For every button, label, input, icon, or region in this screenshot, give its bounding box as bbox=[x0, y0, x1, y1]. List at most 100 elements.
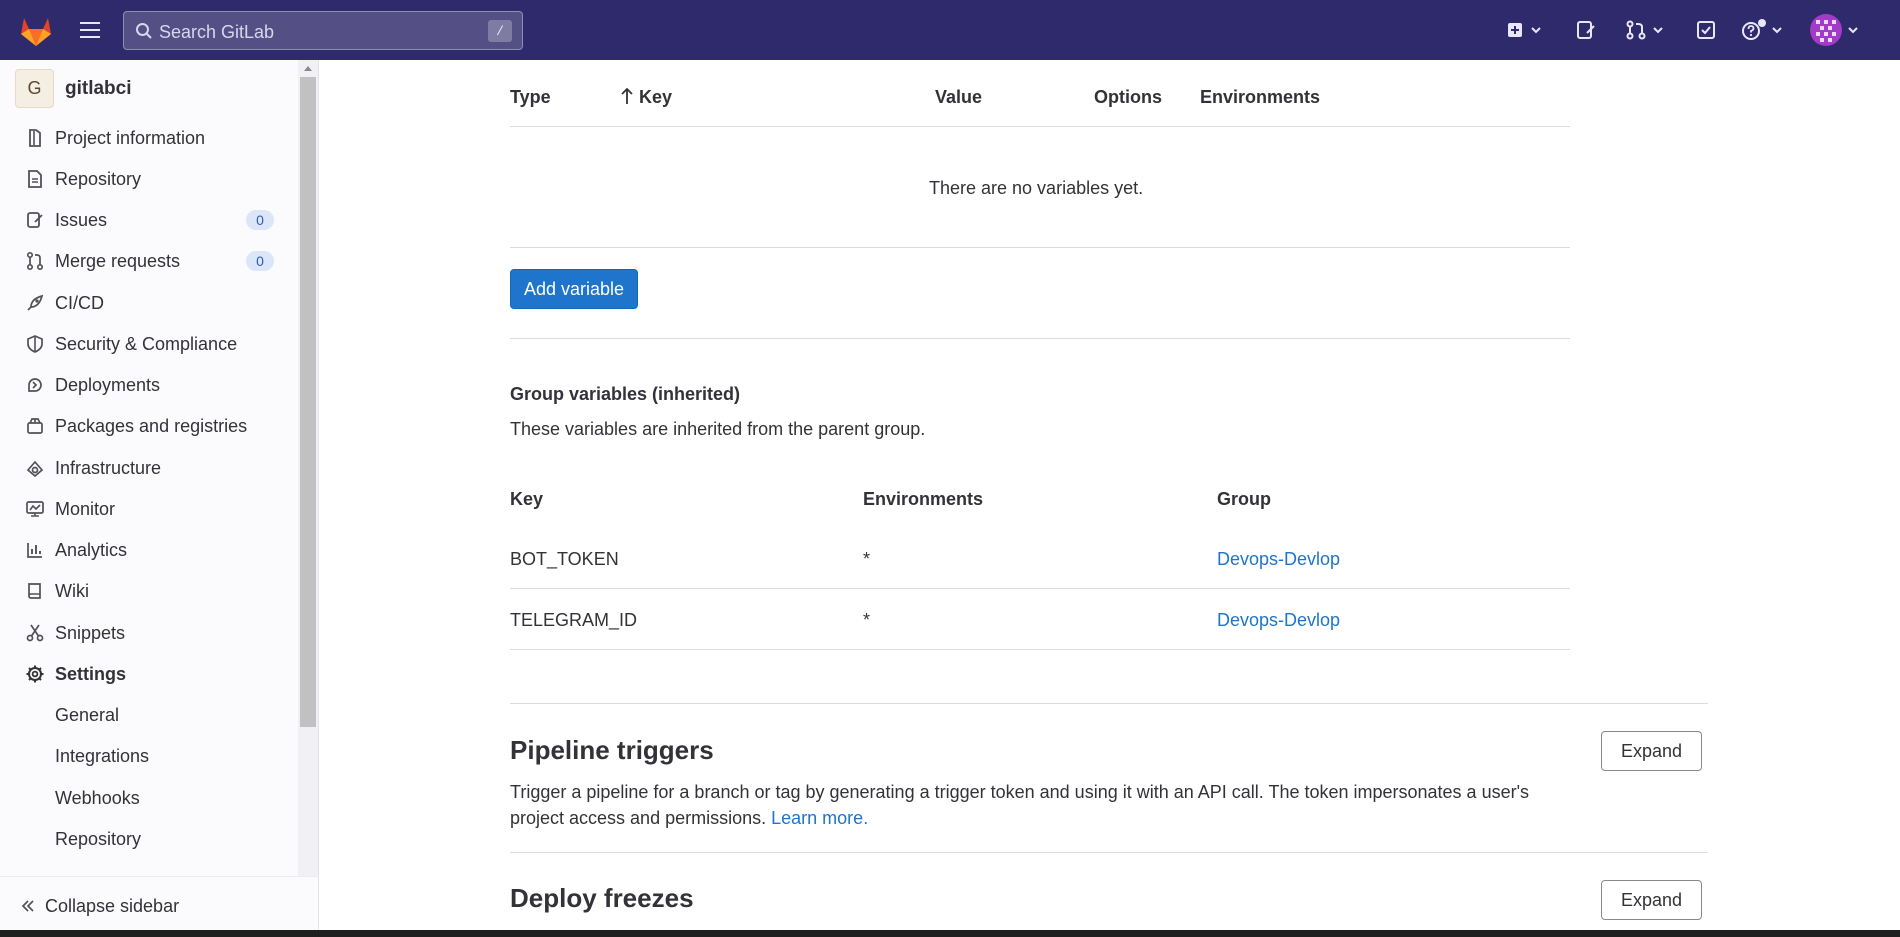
sidebar-item-label: Project information bbox=[55, 127, 206, 148]
shield-icon bbox=[27, 335, 43, 353]
help-nav-button[interactable] bbox=[1740, 15, 1784, 45]
column-header-key[interactable]: Key bbox=[620, 87, 672, 108]
group-variables-description: These variables are inherited from the p… bbox=[510, 419, 926, 439]
search-icon bbox=[136, 23, 152, 39]
merge-request-icon bbox=[26, 251, 44, 271]
doc-icon bbox=[28, 170, 42, 188]
project-header[interactable]: G gitlabci bbox=[15, 69, 132, 108]
sidebar-item-label: Merge requests bbox=[55, 250, 181, 271]
sidebar-item-ci-cd[interactable]: CI/CD bbox=[0, 283, 300, 323]
collapse-sidebar-button[interactable]: Collapse sidebar bbox=[0, 876, 319, 937]
add-variable-button[interactable]: Add variable bbox=[510, 269, 638, 309]
sidebar-subitem-repository[interactable]: Repository bbox=[55, 829, 141, 850]
variable-key: TELEGRAM_ID bbox=[510, 610, 638, 630]
hamburger-icon[interactable] bbox=[78, 19, 102, 41]
sidebar-item-label: Infrastructure bbox=[55, 457, 162, 478]
divider bbox=[510, 588, 1570, 589]
sidebar-item-deployments[interactable]: Deployments bbox=[0, 365, 300, 405]
user-menu-button[interactable] bbox=[1810, 14, 1860, 46]
sidebar-item-project-information[interactable]: Project information bbox=[0, 118, 300, 158]
collapse-sidebar-label: Collapse sidebar bbox=[45, 896, 180, 916]
sidebar-item-settings[interactable]: Settings bbox=[0, 654, 300, 694]
issues-count-badge: 0 bbox=[246, 210, 274, 230]
sidebar-item-merge-requests[interactable]: Merge requests 0 bbox=[0, 241, 300, 281]
variable-environments: * bbox=[863, 610, 871, 630]
learn-more-link[interactable]: Learn more. bbox=[771, 808, 868, 828]
pipeline-triggers-expand-button[interactable]: Expand bbox=[1601, 731, 1702, 771]
section-divider bbox=[510, 852, 1708, 853]
sidebar-item-label: Settings bbox=[55, 663, 127, 684]
variable-group-link[interactable]: Devops-Devlop bbox=[1217, 610, 1340, 631]
sidebar-item-monitor[interactable]: Monitor bbox=[0, 489, 300, 529]
variable-group-link[interactable]: Devops-Devlop bbox=[1217, 549, 1340, 570]
column-header-type: Type bbox=[510, 87, 551, 107]
chevron-down-icon bbox=[1848, 27, 1858, 34]
gitlab-logo[interactable] bbox=[18, 12, 54, 48]
group-column-header-group: Group bbox=[1217, 489, 1271, 509]
chevron-down-icon bbox=[1531, 27, 1541, 34]
sidebar-item-issues[interactable]: Issues 0 bbox=[0, 200, 300, 240]
divider bbox=[510, 126, 1570, 127]
sidebar-subitem-integrations[interactable]: Integrations bbox=[55, 746, 149, 767]
divider bbox=[510, 649, 1570, 650]
top-bar: Search GitLab / bbox=[0, 0, 1900, 60]
variable-environments: * bbox=[863, 549, 871, 569]
sidebar-item-label: Repository bbox=[55, 168, 142, 189]
issues-nav-button[interactable] bbox=[1575, 15, 1597, 45]
sidebar-subitem-webhooks[interactable]: Webhooks bbox=[55, 788, 140, 809]
book-icon bbox=[28, 583, 41, 599]
search-placeholder: Search GitLab bbox=[159, 22, 275, 42]
search-input[interactable]: Search GitLab / bbox=[123, 11, 523, 50]
merge-requests-count-badge: 0 bbox=[246, 251, 274, 271]
sidebar-item-label: Issues bbox=[55, 209, 108, 230]
divider bbox=[510, 247, 1570, 248]
pipeline-triggers-description: Trigger a pipeline for a branch or tag b… bbox=[510, 779, 1570, 831]
sidebar-item-label: Snippets bbox=[55, 622, 126, 643]
sidebar-item-label: Monitor bbox=[55, 498, 116, 519]
pipeline-triggers-title: Pipeline triggers bbox=[510, 735, 714, 765]
column-header-options: Options bbox=[1094, 87, 1162, 107]
project-info-icon bbox=[29, 129, 41, 147]
sidebar-subitem-general[interactable]: General bbox=[55, 705, 119, 726]
monitor-icon bbox=[26, 501, 44, 517]
sidebar-item-snippets[interactable]: Snippets bbox=[0, 613, 300, 653]
sidebar-scrollbar-thumb[interactable] bbox=[300, 77, 316, 727]
double-chevron-left-icon bbox=[21, 900, 34, 912]
chevron-down-icon bbox=[1772, 27, 1782, 34]
issues-icon bbox=[1577, 21, 1595, 39]
sidebar-item-label: Deployments bbox=[55, 374, 161, 395]
cloud-gear-icon bbox=[26, 460, 44, 478]
merge-requests-nav-button[interactable] bbox=[1625, 15, 1665, 45]
sidebar-item-wiki[interactable]: Wiki bbox=[0, 571, 300, 611]
deployments-icon bbox=[28, 378, 42, 392]
deploy-freezes-expand-button[interactable]: Expand bbox=[1601, 880, 1702, 920]
package-icon bbox=[27, 418, 43, 434]
main-content: Type Key Value Options Environments Ther… bbox=[320, 60, 1900, 937]
project-name: gitlabci bbox=[65, 77, 132, 99]
column-header-key-label: Key bbox=[639, 87, 673, 107]
rocket-icon bbox=[27, 294, 44, 311]
sidebar-item-repository[interactable]: Repository bbox=[0, 159, 300, 199]
sidebar-item-analytics[interactable]: Analytics bbox=[0, 530, 300, 570]
sort-arrow-up-icon bbox=[621, 87, 633, 104]
column-header-value: Value bbox=[935, 87, 983, 107]
chart-icon bbox=[27, 543, 42, 558]
new-menu-button[interactable] bbox=[1505, 15, 1543, 45]
sidebar-item-packages-registries[interactable]: Packages and registries bbox=[0, 406, 300, 446]
scroll-up-arrow-icon[interactable] bbox=[303, 64, 313, 72]
plus-square-icon bbox=[1508, 23, 1522, 37]
deploy-freezes-title: Deploy freezes bbox=[510, 883, 694, 913]
sidebar-item-label: Wiki bbox=[55, 580, 89, 601]
group-variables-title: Group variables (inherited) bbox=[510, 384, 741, 404]
todo-nav-button[interactable] bbox=[1695, 15, 1717, 45]
sidebar-item-security-compliance[interactable]: Security & Compliance bbox=[0, 324, 300, 364]
todo-icon bbox=[1697, 21, 1715, 39]
sidebar-scrollbar[interactable] bbox=[298, 60, 318, 876]
help-icon bbox=[1742, 19, 1766, 40]
sidebar-item-infrastructure[interactable]: Infrastructure bbox=[0, 448, 300, 488]
sidebar: G gitlabci Project information Repositor… bbox=[0, 60, 319, 937]
merge-request-icon bbox=[1626, 20, 1646, 40]
empty-variables-message: There are no variables yet. bbox=[929, 178, 1144, 198]
sidebar-item-label: Analytics bbox=[55, 539, 128, 560]
section-divider bbox=[510, 703, 1708, 704]
